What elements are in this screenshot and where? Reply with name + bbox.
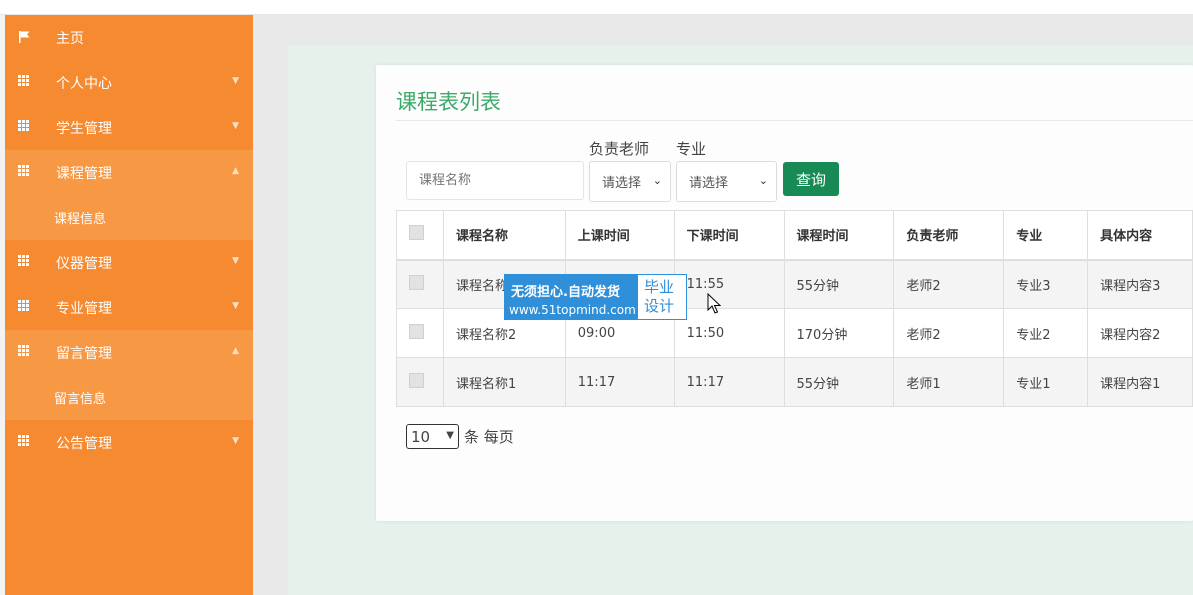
column-header: 具体内容 xyxy=(1087,210,1193,261)
row-checkbox[interactable] xyxy=(409,372,424,388)
sidebar-subitem-course-info[interactable]: 课程信息 xyxy=(5,195,253,240)
table-header-row: 课程名称 上课时间 下课时间 课程时间 负责老师 专业 具体内容 xyxy=(396,210,1193,261)
column-header: 专业 xyxy=(1003,210,1089,261)
grid-icon xyxy=(18,300,31,312)
course-name-search-input[interactable] xyxy=(406,161,584,200)
table-row[interactable]: 课程名称1 11:17 11:17 55分钟 老师1 专业1 课程内容1 xyxy=(396,357,1193,407)
major-select-value: 请选择 xyxy=(689,176,729,191)
flag-icon xyxy=(18,30,31,43)
teacher-select[interactable]: 请选择 ⌄ xyxy=(589,161,671,202)
grid-icon xyxy=(18,255,31,267)
watermark-left: 无须担心.自动发货 www.51topmind.com xyxy=(505,275,638,319)
grid-icon xyxy=(18,75,31,87)
watermark-side: 毕业 设计 xyxy=(644,278,674,316)
row-select-cell xyxy=(396,357,444,407)
chevron-down-icon: ▼ xyxy=(446,430,454,441)
sidebar-item-label: 学生管理 xyxy=(56,121,112,137)
chevron-down-icon: ▼ xyxy=(232,76,239,86)
grid-icon xyxy=(18,345,31,357)
watermark-side-line2: 设计 xyxy=(644,297,675,315)
table-cell: 专业3 xyxy=(1003,259,1089,309)
column-header: 下课时间 xyxy=(673,210,785,261)
table-cell: 老师2 xyxy=(893,259,1005,309)
table-cell: 老师1 xyxy=(893,357,1005,407)
column-header: 课程时间 xyxy=(783,210,895,261)
sidebar-item-student-management[interactable]: 学生管理 ▼ xyxy=(5,105,253,150)
chevron-down-icon: ⌄ xyxy=(758,174,768,187)
table-cell: 课程内容3 xyxy=(1087,259,1193,309)
table-cell: 课程内容1 xyxy=(1087,357,1193,407)
sidebar-item-label: 公告管理 xyxy=(56,436,112,452)
grid-icon xyxy=(18,165,31,177)
grid-icon xyxy=(18,435,31,447)
table-cell: 11:55 xyxy=(673,259,785,309)
table-cell: 老师2 xyxy=(893,308,1005,358)
watermark-url: www.51topmind.com xyxy=(509,303,636,317)
page-size-select[interactable]: 10 ▼ xyxy=(406,424,459,449)
sidebar-item-label: 仪器管理 xyxy=(56,256,112,272)
title-divider xyxy=(396,120,1193,121)
column-header: 上课时间 xyxy=(564,210,675,261)
sidebar-item-personal-center[interactable]: 个人中心 ▼ xyxy=(5,60,253,105)
column-header: 负责老师 xyxy=(893,210,1005,261)
column-header: 课程名称 xyxy=(442,210,566,261)
watermark-overlay: 无须担心.自动发货 www.51topmind.com 毕业 设计 xyxy=(504,274,687,320)
sidebar-item-label: 课程管理 xyxy=(56,166,112,182)
sidebar-item-label: 主页 xyxy=(56,31,84,47)
sidebar-item-notice-management[interactable]: 公告管理 ▼ xyxy=(5,420,253,465)
major-filter-label: 专业 xyxy=(676,140,707,158)
table-cell: 11:17 xyxy=(564,357,675,407)
page-title: 课程表列表 xyxy=(396,90,501,114)
table-cell: 课程内容2 xyxy=(1087,308,1193,358)
sidebar-item-message-management[interactable]: 留言管理 ▲ xyxy=(5,330,253,375)
chevron-up-icon: ▲ xyxy=(232,166,239,176)
sidebar-subitem-message-info[interactable]: 留言信息 xyxy=(5,375,253,420)
chevron-up-icon: ▲ xyxy=(232,346,239,356)
table-cell: 11:17 xyxy=(673,357,785,407)
table-cell: 55分钟 xyxy=(783,259,895,309)
row-checkbox[interactable] xyxy=(409,323,424,339)
chevron-down-icon: ▼ xyxy=(232,256,239,266)
row-select-cell xyxy=(396,259,444,309)
page-size-value: 10 xyxy=(411,427,431,446)
grid-icon xyxy=(18,120,31,132)
table-cell: 170分钟 xyxy=(783,308,895,358)
watermark-text: 无须担心.自动发货 xyxy=(511,285,620,300)
watermark-side-line1: 毕业 xyxy=(644,278,675,296)
pagination: 10 ▼ 条 每页 xyxy=(406,424,514,449)
table-cell: 55分钟 xyxy=(783,357,895,407)
mouse-cursor-icon xyxy=(707,293,721,314)
page-size-suffix: 条 每页 xyxy=(464,428,514,446)
sidebar-item-home[interactable]: 主页 xyxy=(5,15,253,60)
query-button[interactable]: 查询 xyxy=(783,162,839,196)
chevron-down-icon: ▼ xyxy=(232,121,239,131)
select-all-checkbox[interactable] xyxy=(409,225,424,241)
top-bar xyxy=(0,0,1193,15)
select-all-cell xyxy=(396,210,444,261)
chevron-down-icon: ▼ xyxy=(232,436,239,446)
chevron-down-icon: ⌄ xyxy=(652,174,662,187)
teacher-select-value: 请选择 xyxy=(602,176,642,191)
sidebar-item-label: 留言管理 xyxy=(56,346,112,362)
teacher-filter-label: 负责老师 xyxy=(589,140,650,158)
major-select[interactable]: 请选择 ⌄ xyxy=(676,161,777,202)
sidebar-item-instrument-management[interactable]: 仪器管理 ▼ xyxy=(5,240,253,285)
sidebar-item-course-management[interactable]: 课程管理 ▲ xyxy=(5,150,253,195)
table-cell: 课程名称1 xyxy=(442,357,566,407)
sidebar-item-label: 专业管理 xyxy=(56,301,112,317)
row-checkbox[interactable] xyxy=(409,274,424,290)
chevron-down-icon: ▼ xyxy=(232,301,239,311)
row-select-cell xyxy=(396,308,444,358)
table-cell: 专业2 xyxy=(1003,308,1089,358)
course-list-panel: 课程表列表 负责老师 专业 请选择 ⌄ 请选择 ⌄ 查询 课程名称 上课时间 下… xyxy=(376,65,1193,521)
sidebar-item-label: 个人中心 xyxy=(56,76,112,92)
sidebar: 主页 个人中心 ▼ 学生管理 ▼ 课程管理 ▲ 课程信息 仪器管理 ▼ 专业管理… xyxy=(5,15,253,595)
table-cell: 11:50 xyxy=(673,308,785,358)
sidebar-item-major-management[interactable]: 专业管理 ▼ xyxy=(5,285,253,330)
table-cell: 专业1 xyxy=(1003,357,1089,407)
